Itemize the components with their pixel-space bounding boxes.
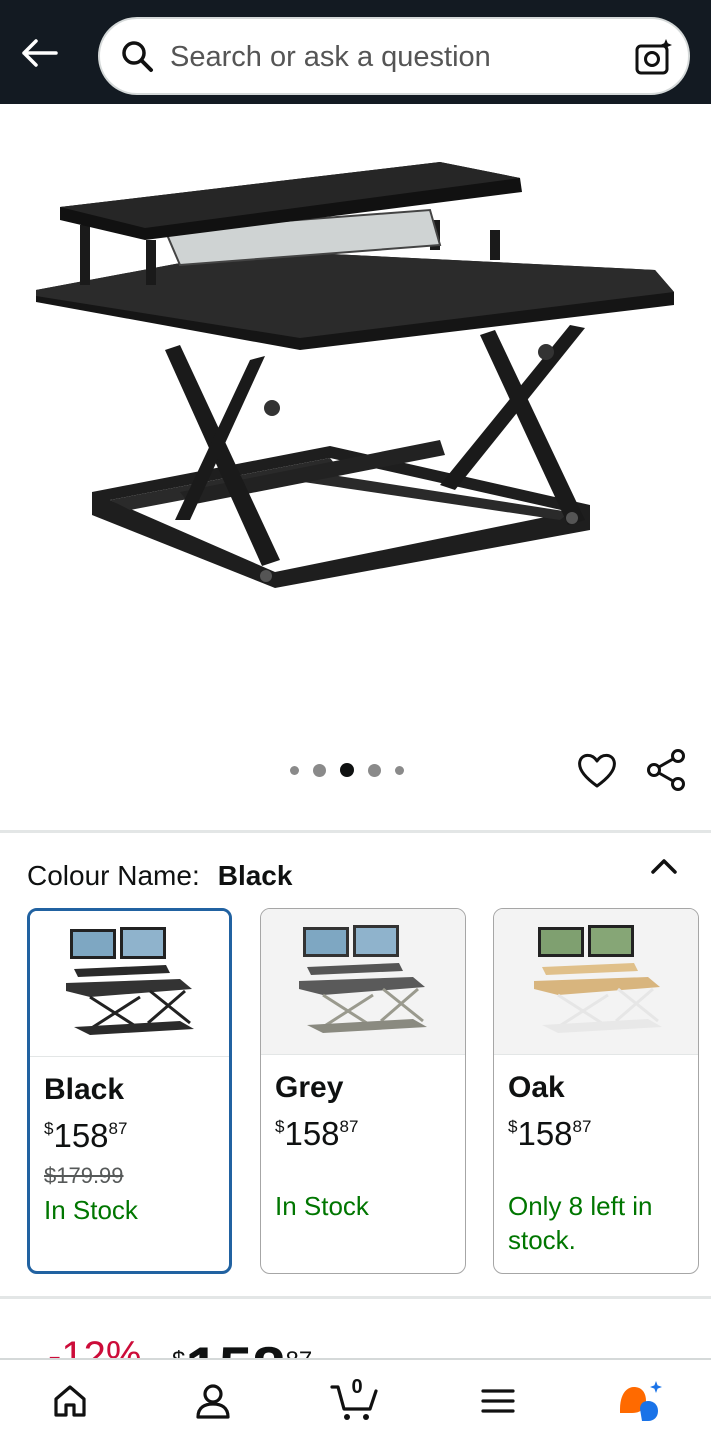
standing-desk-image	[36, 162, 674, 588]
price-fraction: 87	[108, 1119, 128, 1138]
share-button[interactable]	[644, 748, 688, 792]
bottom-navigation	[0, 1358, 711, 1440]
price-currency: $	[172, 1347, 185, 1358]
search-icon	[122, 41, 153, 72]
top-bar	[0, 0, 711, 104]
cart-count-badge: 0	[351, 1376, 363, 1398]
user-icon	[196, 1384, 230, 1419]
nav-account[interactable]	[189, 1378, 237, 1424]
price-whole: 158	[517, 1115, 573, 1152]
swatch-name: Oak	[508, 1071, 565, 1104]
swatch-image	[494, 909, 698, 1055]
section-divider	[0, 1296, 711, 1299]
camera-search-icon[interactable]	[634, 37, 674, 77]
wishlist-button[interactable]	[575, 748, 619, 792]
colour-swatch-black[interactable]: Black $15887 $179.99 In Stock	[27, 908, 232, 1274]
image-carousel-indicator	[290, 760, 404, 780]
search-box[interactable]	[98, 17, 690, 95]
price-currency: $	[275, 1117, 285, 1136]
nav-home[interactable]	[46, 1378, 94, 1424]
price-currency: $	[44, 1119, 54, 1138]
price-fraction: 87	[339, 1117, 359, 1136]
carousel-dot-active[interactable]	[340, 763, 354, 777]
chevron-up-icon	[651, 859, 677, 874]
nav-rufus-assistant[interactable]	[616, 1378, 664, 1424]
swatch-image	[30, 911, 229, 1057]
share-icon	[647, 749, 685, 791]
nav-menu[interactable]	[474, 1378, 522, 1424]
back-button[interactable]	[14, 28, 64, 78]
section-divider	[0, 830, 711, 833]
desk-with-monitors-image	[66, 927, 194, 1035]
home-icon	[54, 1385, 86, 1417]
search-input[interactable]	[170, 37, 610, 77]
swatch-was-price: $179.99	[44, 1163, 124, 1188]
swatch-stock-status: In Stock	[275, 1191, 369, 1221]
price-whole: 158	[284, 1115, 340, 1152]
colour-swatch-grey[interactable]: Grey $15887 In Stock	[260, 908, 466, 1274]
desk-with-monitors-image	[299, 925, 427, 1033]
current-price: $15887	[172, 1334, 312, 1358]
discount-percent: -12%	[48, 1334, 142, 1358]
carousel-dot[interactable]	[395, 765, 404, 775]
carousel-dot[interactable]	[313, 763, 326, 777]
ai-assistant-icon	[620, 1381, 662, 1421]
swatch-name: Black	[44, 1073, 125, 1106]
carousel-dot[interactable]	[368, 763, 381, 777]
collapse-colour-button[interactable]	[644, 848, 684, 884]
arrow-left-icon	[22, 39, 58, 67]
hamburger-menu-icon	[481, 1389, 515, 1413]
price-whole: 158	[53, 1117, 109, 1154]
colour-selected-value: Black	[217, 860, 293, 891]
price-summary-peek: -12% $15887	[48, 1328, 448, 1358]
carousel-dot[interactable]	[290, 765, 299, 775]
swatch-price: $15887	[275, 1115, 358, 1153]
desk-with-monitors-image	[534, 925, 662, 1033]
swatch-stock-status: Only 8 left in stock.	[508, 1191, 653, 1255]
colour-label: Colour Name:	[27, 860, 200, 891]
colour-name-row: Colour Name: Black	[27, 856, 292, 896]
price-fraction: 87	[572, 1117, 592, 1136]
colour-swatch-oak[interactable]: Oak $15887 Only 8 left in stock.	[493, 908, 699, 1274]
price-whole: 158	[185, 1335, 285, 1358]
product-image[interactable]	[0, 104, 711, 744]
swatch-image	[261, 909, 465, 1055]
price-currency: $	[508, 1117, 518, 1136]
heart-icon	[578, 753, 616, 788]
swatch-name: Grey	[275, 1071, 344, 1104]
swatch-stock-status: In Stock	[44, 1195, 138, 1225]
swatch-price: $15887	[44, 1117, 127, 1155]
price-fraction: 87	[285, 1347, 312, 1358]
swatch-price: $15887	[508, 1115, 591, 1153]
